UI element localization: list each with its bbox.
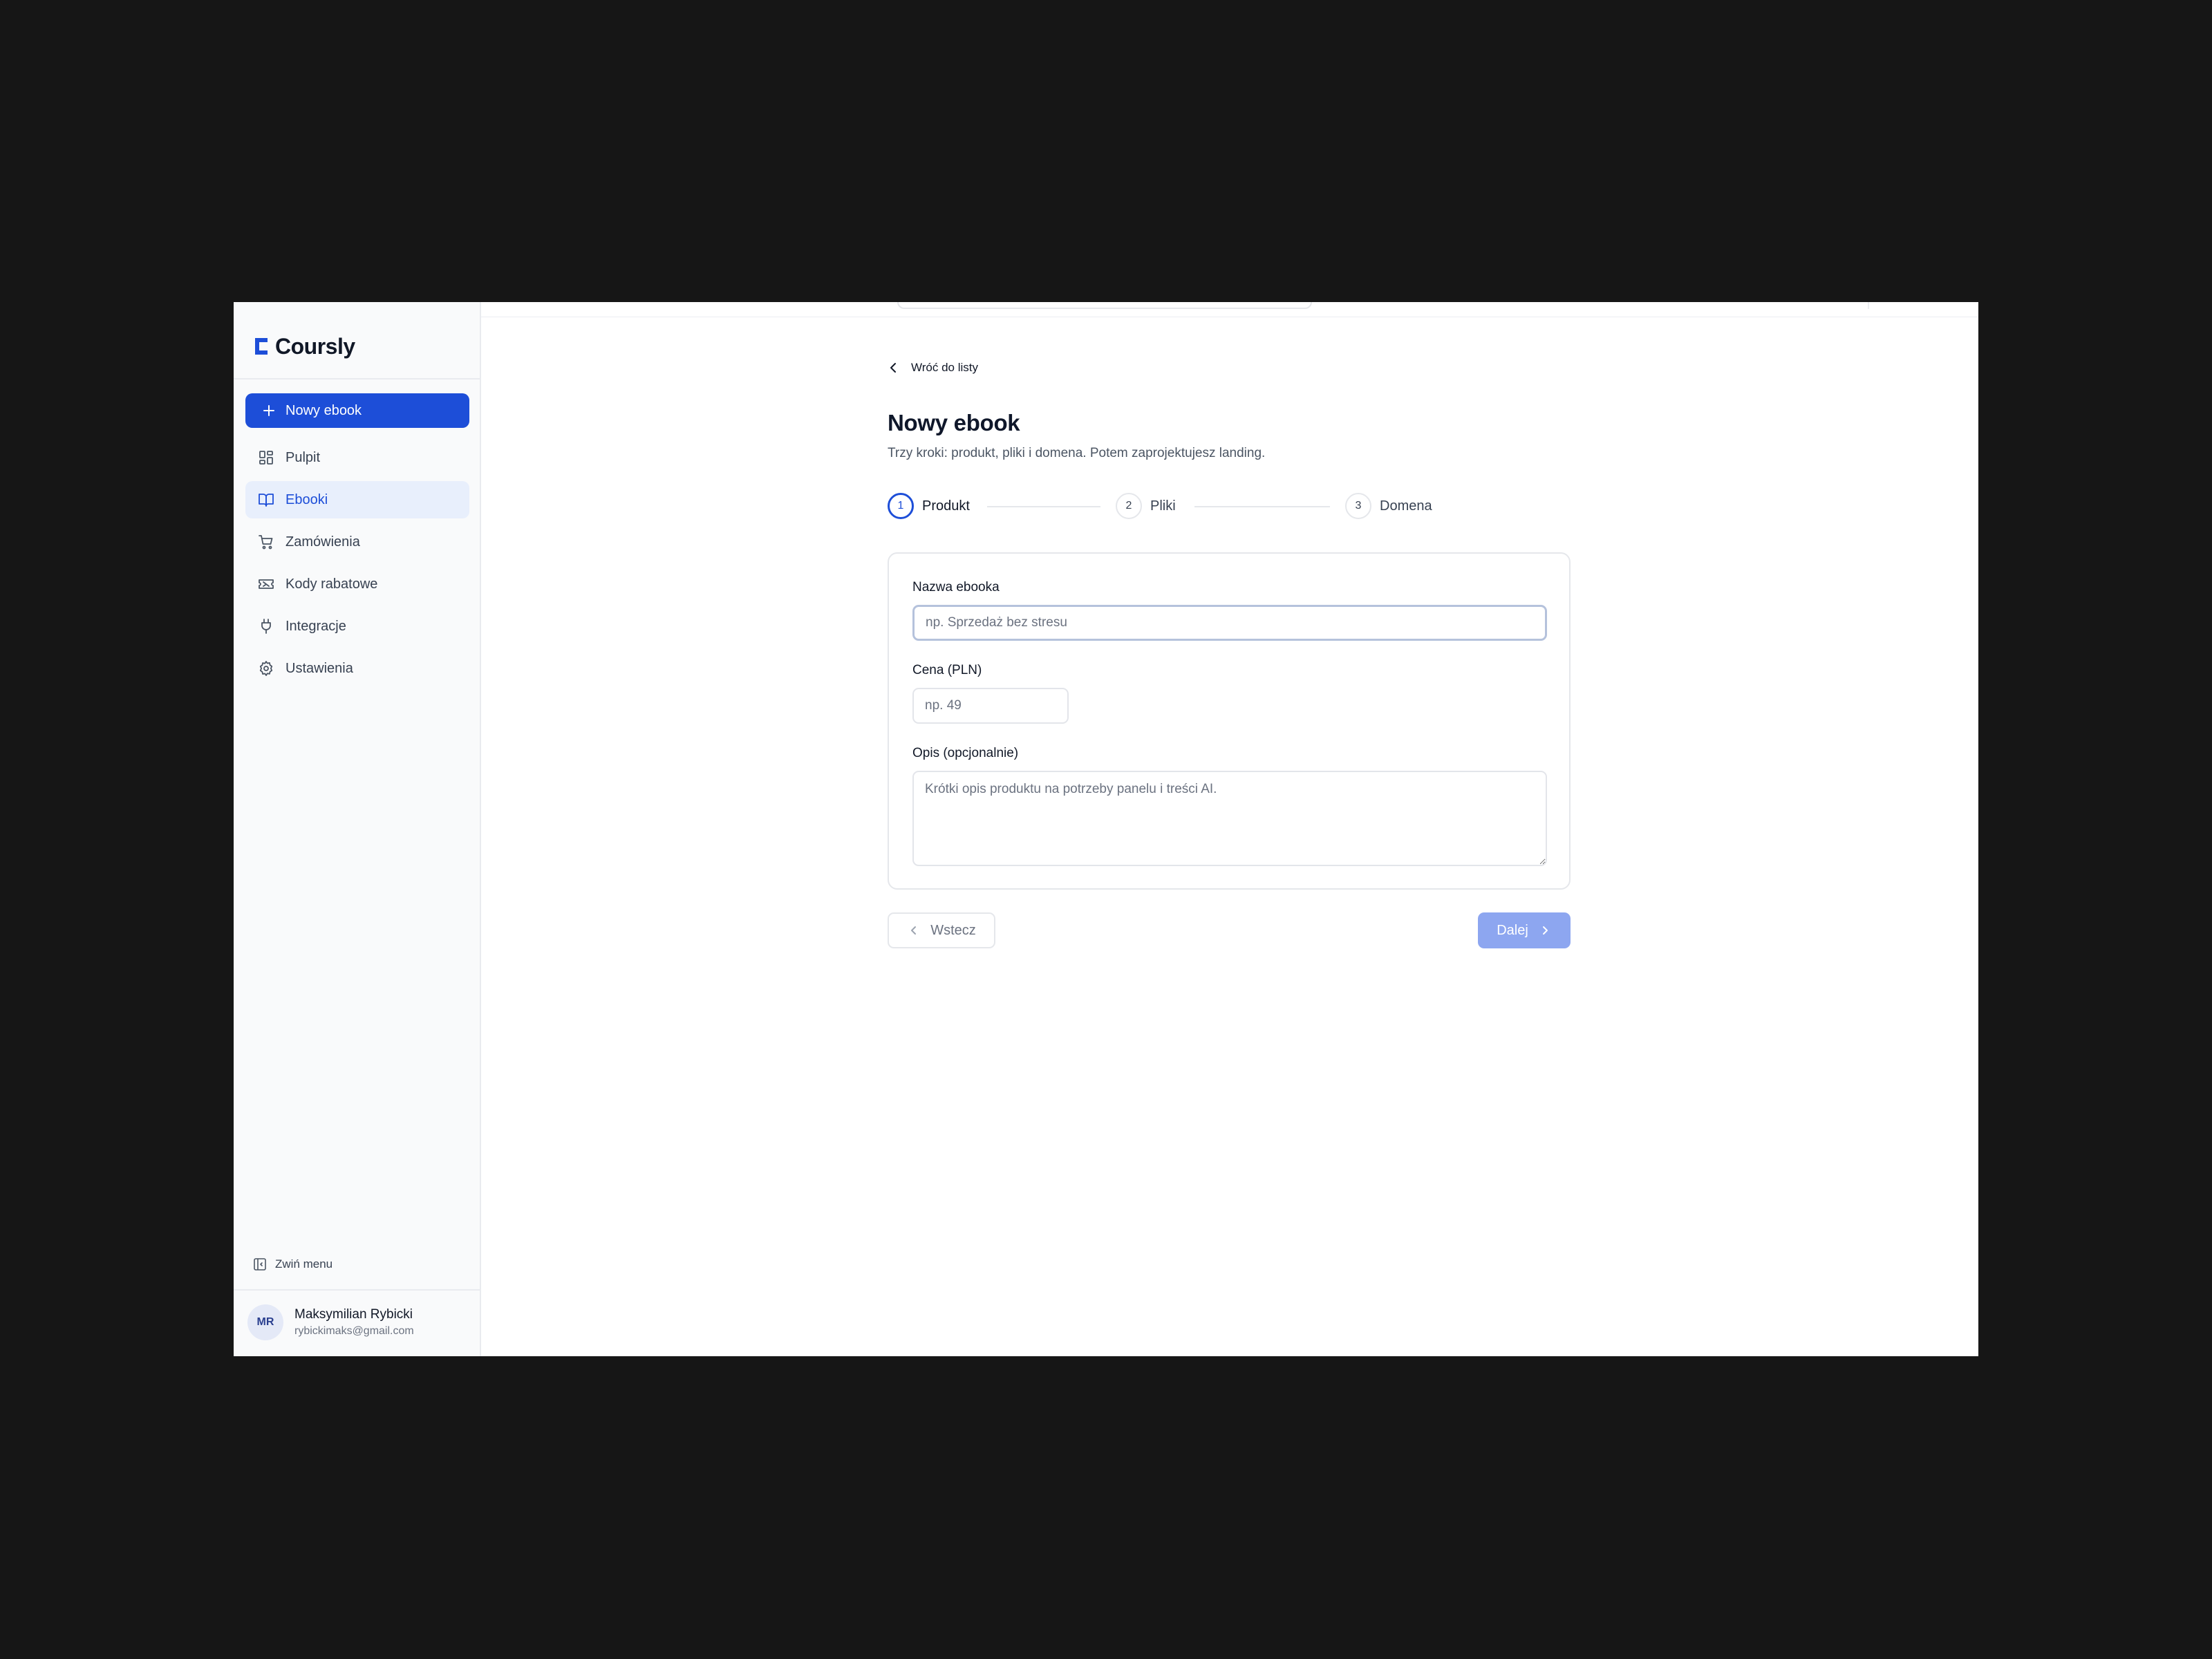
step-connector <box>987 506 1100 507</box>
page-title: Nowy ebook <box>888 410 1020 435</box>
back-button-label: Wstecz <box>930 922 976 938</box>
sidebar-collapse-icon <box>254 1258 266 1271</box>
new-ebook-label: Nowy ebook <box>285 402 362 418</box>
price-label: Cena (PLN) <box>912 663 982 677</box>
user-name: Maksymilian Rybicki <box>294 1307 413 1322</box>
stepper: 1 Produkt 2 Pliki 3 Domena <box>888 493 1441 521</box>
step-produkt[interactable]: 1 Produkt <box>888 493 970 519</box>
chevron-left-icon <box>890 363 896 373</box>
user-email: rybickimaks@gmail.com <box>294 1325 414 1337</box>
main-content: Wróć do listy Nowy ebook Trzy kroki: pro… <box>481 302 1978 1356</box>
book-open-icon <box>259 494 274 507</box>
step-label: Pliki <box>1150 498 1176 514</box>
back-link-label: Wróć do listy <box>911 361 978 374</box>
chevron-left-icon <box>911 926 917 935</box>
price-input[interactable] <box>912 688 1069 724</box>
product-form-card: Nazwa ebooka Cena (PLN) Opis (opcjonalni… <box>888 552 1571 890</box>
sidebar-nav: Pulpit Ebooki Zamówienia Kody rabatowe I… <box>245 439 469 692</box>
logo[interactable]: Coursly <box>253 332 355 360</box>
sidebar-divider <box>234 378 480 379</box>
plug-icon <box>261 619 271 634</box>
plus-icon <box>263 405 274 416</box>
cart-icon <box>259 535 273 550</box>
sidebar-item-ustawienia[interactable]: Ustawienia <box>245 650 469 687</box>
ebook-name-input[interactable] <box>912 605 1547 641</box>
step-number: 3 <box>1345 493 1371 519</box>
sidebar-item-zamowienia[interactable]: Zamówienia <box>245 523 469 561</box>
description-textarea[interactable] <box>912 771 1547 866</box>
sidebar-item-label: Ustawienia <box>285 660 353 676</box>
collapse-menu-button[interactable]: Zwiń menu <box>253 1257 332 1271</box>
user-profile[interactable]: MR Maksymilian Rybicki rybickimaks@gmail… <box>247 1304 414 1340</box>
sidebar-item-label: Pulpit <box>285 449 321 465</box>
page-subtitle: Trzy kroki: produkt, pliki i domena. Pot… <box>888 446 1266 460</box>
avatar: MR <box>247 1304 283 1340</box>
step-number: 1 <box>888 493 914 519</box>
sidebar-item-kody-rabatowe[interactable]: Kody rabatowe <box>245 565 469 603</box>
step-label: Domena <box>1380 498 1432 514</box>
sidebar-item-pulpit[interactable]: Pulpit <box>245 439 469 476</box>
step-pliki[interactable]: 2 Pliki <box>1116 493 1176 519</box>
brand-name: Coursly <box>275 333 355 359</box>
chevron-right-icon <box>1542 926 1548 935</box>
sidebar-item-label: Ebooki <box>285 491 328 507</box>
next-button-label: Dalej <box>1497 922 1528 938</box>
user-divider <box>234 1289 480 1291</box>
dashboard-icon <box>259 451 273 465</box>
step-domena[interactable]: 3 Domena <box>1345 493 1432 519</box>
sidebar: Coursly Nowy ebook Pulpit Ebooki Zamówie… <box>234 302 481 1356</box>
step-label: Produkt <box>922 498 970 514</box>
sidebar-item-label: Kody rabatowe <box>285 576 378 592</box>
sidebar-item-integracje[interactable]: Integracje <box>245 608 469 645</box>
app-window: Coursly Nowy ebook Pulpit Ebooki Zamówie… <box>234 302 1978 1356</box>
new-ebook-button[interactable]: Nowy ebook <box>245 393 469 428</box>
step-number: 2 <box>1116 493 1142 519</box>
description-label: Opis (opcjonalnie) <box>912 746 1019 760</box>
step-connector <box>1194 506 1330 507</box>
sidebar-item-ebooki[interactable]: Ebooki <box>245 481 469 518</box>
sidebar-item-label: Integracje <box>285 618 346 634</box>
collapse-menu-label: Zwiń menu <box>275 1257 333 1271</box>
ticket-icon <box>259 579 274 589</box>
back-to-list-link[interactable]: Wróć do listy <box>886 360 978 375</box>
gear-icon <box>259 661 273 676</box>
ebook-name-label: Nazwa ebooka <box>912 580 1000 594</box>
logo-icon <box>255 338 268 355</box>
back-button[interactable]: Wstecz <box>888 912 995 948</box>
sidebar-item-label: Zamówienia <box>285 534 360 550</box>
next-button[interactable]: Dalej <box>1478 912 1571 948</box>
